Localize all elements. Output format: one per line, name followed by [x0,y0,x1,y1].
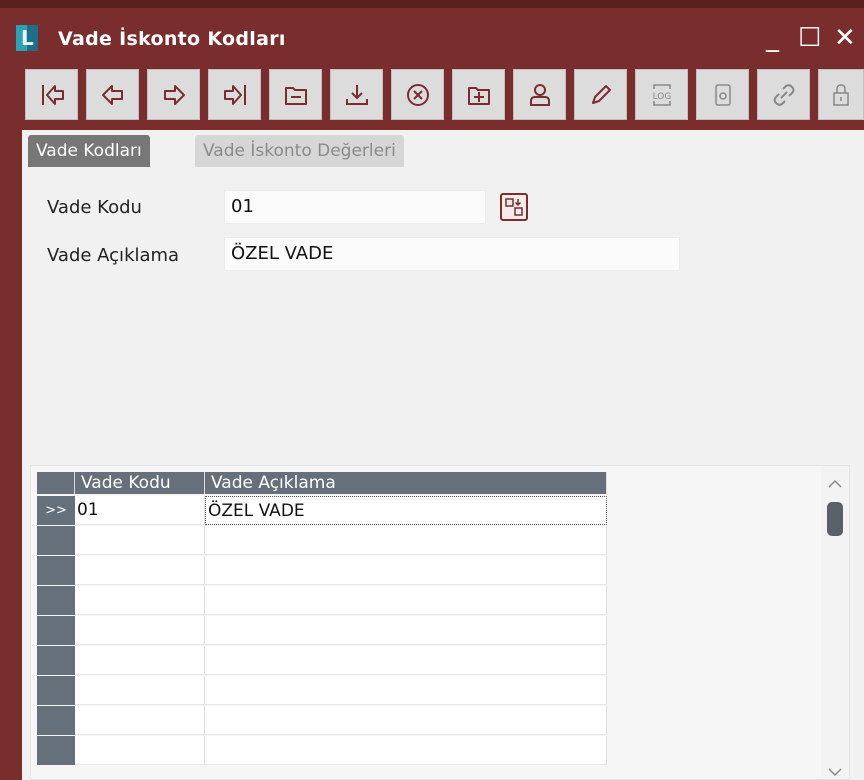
grid-header: Vade Kodu Vade Açıklama [37,472,607,494]
vade-aciklama-field[interactable]: ÖZEL VADE [224,237,680,271]
client-area: LOG Vade Kodları Vade İskonto Değerleri … [22,60,864,780]
records-grid: Vade Kodu Vade Açıklama >> 01 ÖZEL VADE [30,465,850,780]
vertical-scrollbar[interactable] [821,466,849,779]
cell-vade-kodu[interactable] [75,646,205,675]
user-button[interactable] [513,69,566,120]
window-left-edge [0,60,22,780]
lookup-icon [505,198,523,216]
scroll-down-icon[interactable] [821,762,849,780]
cancel-button[interactable] [391,69,444,120]
folder-plus-icon [467,86,490,105]
cell-vade-kodu[interactable] [75,706,205,735]
column-header-vade-kodu[interactable]: Vade Kodu [75,472,205,494]
folder-minus-icon [284,86,307,105]
lookup-button[interactable] [500,193,528,221]
link-button[interactable] [757,69,810,120]
cell-vade-kodu[interactable] [75,556,205,585]
row-indicator[interactable] [37,676,75,705]
cell-vade-aciklama[interactable] [205,676,607,705]
cell-vade-aciklama[interactable]: ÖZEL VADE [205,496,607,525]
top-strip [0,0,864,8]
tab-vade-kodlari[interactable]: Vade Kodları [28,135,150,167]
row-indicator[interactable] [37,586,75,615]
tab-vade-iskonto-degerleri[interactable]: Vade İskonto Değerleri [195,135,404,167]
maximize-button[interactable]: ☐ [798,18,821,58]
last-record-icon [223,84,246,105]
first-record-icon [41,84,64,105]
grid-corner [37,472,75,494]
vade-kodu-field[interactable]: 01 [224,190,486,224]
cell-vade-kodu[interactable] [75,736,205,765]
cell-vade-aciklama[interactable] [205,706,607,735]
close-button[interactable]: ✕ [834,18,856,58]
cell-vade-aciklama[interactable] [205,526,607,555]
svg-text:LOG: LOG [652,92,671,102]
vade-aciklama-label: Vade Açıklama [47,245,180,266]
first-record-button[interactable] [25,69,78,120]
row-indicator[interactable] [37,556,75,585]
row-indicator[interactable]: >> [37,496,75,525]
row-indicator[interactable] [37,736,75,765]
scroll-up-icon[interactable] [821,474,849,494]
save-button[interactable] [330,69,383,120]
app-logo-icon: L [16,25,38,51]
cell-vade-kodu[interactable]: 01 [75,496,205,525]
cell-vade-kodu[interactable] [75,676,205,705]
cell-vade-aciklama[interactable] [205,646,607,675]
edit-button[interactable] [574,69,627,120]
folder-minus-button[interactable] [269,69,322,120]
cell-vade-aciklama[interactable] [205,736,607,765]
log-button[interactable]: LOG [635,69,688,120]
row-indicator[interactable] [37,526,75,555]
arrow-right-icon [163,84,185,105]
document-icon [714,83,731,106]
cell-vade-aciklama[interactable] [205,586,607,615]
tab-bar: Vade Kodları Vade İskonto Değerleri [22,130,864,170]
last-record-button[interactable] [208,69,261,120]
window-title: Vade İskonto Kodları [58,28,286,50]
minimize-button[interactable]: _ [766,18,779,58]
cell-vade-aciklama[interactable] [205,556,607,585]
link-icon [773,83,794,106]
cell-vade-kodu[interactable] [75,586,205,615]
scrollbar-thumb[interactable] [827,502,843,536]
next-record-button[interactable] [147,69,200,120]
pencil-icon [591,84,611,104]
lock-button[interactable] [818,69,864,120]
cell-vade-aciklama[interactable] [205,616,607,645]
lock-icon [833,83,849,106]
log-icon: LOG [652,83,671,106]
arrow-left-icon [101,84,123,105]
column-header-vade-aciklama[interactable]: Vade Açıklama [205,472,607,494]
download-icon [345,84,368,105]
cancel-icon [406,83,429,106]
previous-record-button[interactable] [86,69,139,120]
cell-vade-kodu[interactable] [75,526,205,555]
vade-kodu-label: Vade Kodu [47,197,142,218]
row-indicator[interactable] [37,616,75,645]
toolbar: LOG [22,60,864,130]
new-record-button[interactable] [452,69,505,120]
document-button[interactable] [696,69,749,120]
row-indicator[interactable] [37,646,75,675]
title-bar: L Vade İskonto Kodları _ ☐ ✕ [0,8,864,60]
row-indicator[interactable] [37,706,75,735]
user-icon [529,83,550,106]
cell-vade-kodu[interactable] [75,616,205,645]
